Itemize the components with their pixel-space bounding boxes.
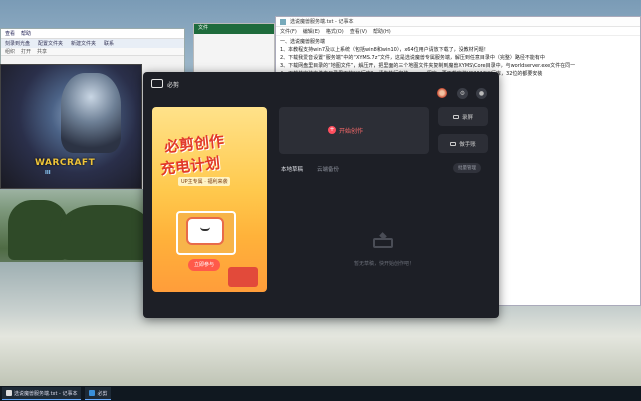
notepad-line: 一、选说魔兽服务端 (280, 39, 326, 45)
toolbar-button[interactable]: 刻录到光盘 (5, 40, 30, 47)
menu-item[interactable]: 帮助 (21, 30, 31, 37)
explorer-toolbar: 刻录到光盘 配置文件夹 新建文件夹 联系 (1, 39, 184, 48)
handbook-button[interactable]: 做手账 (438, 134, 488, 153)
user-avatar[interactable] (437, 88, 447, 98)
notepad-line: 3、下载网盘里目录的“地图文件”，解压开，把里面的三个地图文件夹复制到魔兽XYM… (280, 63, 576, 69)
taskbar: 选说魔兽服务端.txt - 记事本 必剪 (0, 386, 641, 401)
record-screen-button[interactable]: 录屏 (438, 107, 488, 126)
draft-tabs: 本地草稿 云端备份 (281, 165, 339, 173)
tab[interactable]: 共享 (37, 48, 47, 55)
empty-box-icon (371, 230, 395, 250)
record-screen-label: 录屏 (461, 114, 473, 121)
video-icon (450, 141, 457, 146)
start-creation-button[interactable]: + 开始创作 (328, 124, 363, 136)
notepad-menubar: 文件(F) 编辑(E) 格式(O) 查看(V) 帮助(H) (276, 27, 640, 36)
empty-box-tray (373, 238, 393, 248)
ribbon-title-bar: 文件 (194, 24, 274, 34)
start-creation-card[interactable]: + 开始创作 (279, 107, 429, 154)
taskbar-label: 必剪 (97, 390, 108, 397)
promo-banner[interactable]: 必剪创作 充电计划 UP主专属 · 福利来袭 立即参与 (152, 107, 267, 292)
wallpaper-tree (8, 200, 68, 260)
plus-icon: + (328, 126, 336, 134)
tv-mascot-illustration (186, 217, 224, 245)
batch-manage-button[interactable]: 批量管理 (453, 163, 481, 173)
handbook-label: 做手账 (459, 141, 476, 148)
warcraft-image-viewer[interactable]: WARCRAFT III (0, 64, 142, 189)
tab[interactable]: 组织 (5, 48, 15, 55)
menu-edit[interactable]: 编辑(E) (303, 28, 320, 35)
taskbar-bijian[interactable]: 必剪 (85, 387, 112, 400)
empty-state-text: 暂无草稿，快开始创作吧！ (353, 261, 414, 267)
explorer-menubar: 查看 帮助 (1, 29, 184, 39)
help-icon[interactable]: ● (476, 88, 487, 99)
warcraft-subtitle: III (45, 170, 51, 176)
notepad-icon (280, 18, 286, 25)
app-name: 必剪 (167, 82, 180, 89)
toolbar-button[interactable]: 配置文件夹 (38, 40, 63, 47)
lich-king-illustration (61, 73, 121, 153)
promo-tag: UP主专属 · 福利来袭 (178, 177, 231, 186)
menu-file[interactable]: 文件(F) (280, 28, 297, 35)
desktop: 查看 帮助 刻录到光盘 配置文件夹 新建文件夹 联系 组织 打开 共享 WARC… (0, 0, 641, 401)
bijian-icon (89, 390, 96, 396)
mini-tv-illustration (228, 267, 258, 287)
toolbar-button[interactable]: 新建文件夹 (71, 40, 96, 47)
explorer-tabs: 组织 打开 共享 (1, 48, 184, 56)
notepad-line: 1、本教程支持win7及以上系统（包括win8和win10），x64位用户请放下… (280, 47, 489, 53)
taskbar-notepad[interactable]: 选说魔兽服务端.txt - 记事本 (2, 387, 82, 400)
settings-gear-icon[interactable]: ⚙ (457, 88, 468, 99)
notepad-title-bar: 选说魔兽服务端.txt - 记事本 (276, 17, 640, 27)
notepad-title: 选说魔兽服务端.txt - 记事本 (290, 19, 354, 25)
tv-logo-icon (151, 79, 163, 88)
menu-view[interactable]: 查看(V) (350, 28, 367, 35)
notepad-line: 2、下载我爱音设置“服务端”中的“XYMS.7z”文件，这是选说魔兽专属服务端，… (280, 55, 545, 61)
tab[interactable]: 打开 (21, 48, 31, 55)
start-creation-label: 开始创作 (339, 127, 364, 135)
taskbar-label: 选说魔兽服务端.txt - 记事本 (14, 390, 78, 397)
ribbon-title: 文件 (198, 25, 209, 31)
promo-join-button[interactable]: 立即参与 (188, 259, 221, 271)
warcraft-logo: WARCRAFT (35, 158, 96, 168)
bijian-app-window[interactable]: 必剪 ⚙ ● 必剪创作 充电计划 UP主专属 · 福利来袭 立即参与 + 开始创… (143, 72, 499, 318)
menu-help[interactable]: 帮助(H) (373, 28, 391, 35)
camera-icon (452, 114, 459, 119)
wallpaper-tree (60, 205, 150, 260)
tab-cloud-backup[interactable]: 云端备份 (317, 165, 339, 173)
notepad-icon (6, 390, 12, 396)
tab-local-drafts[interactable]: 本地草稿 (281, 165, 303, 173)
menu-format[interactable]: 格式(O) (326, 28, 344, 35)
menu-item[interactable]: 查看 (5, 30, 15, 37)
toolbar-button[interactable]: 联系 (104, 40, 114, 47)
